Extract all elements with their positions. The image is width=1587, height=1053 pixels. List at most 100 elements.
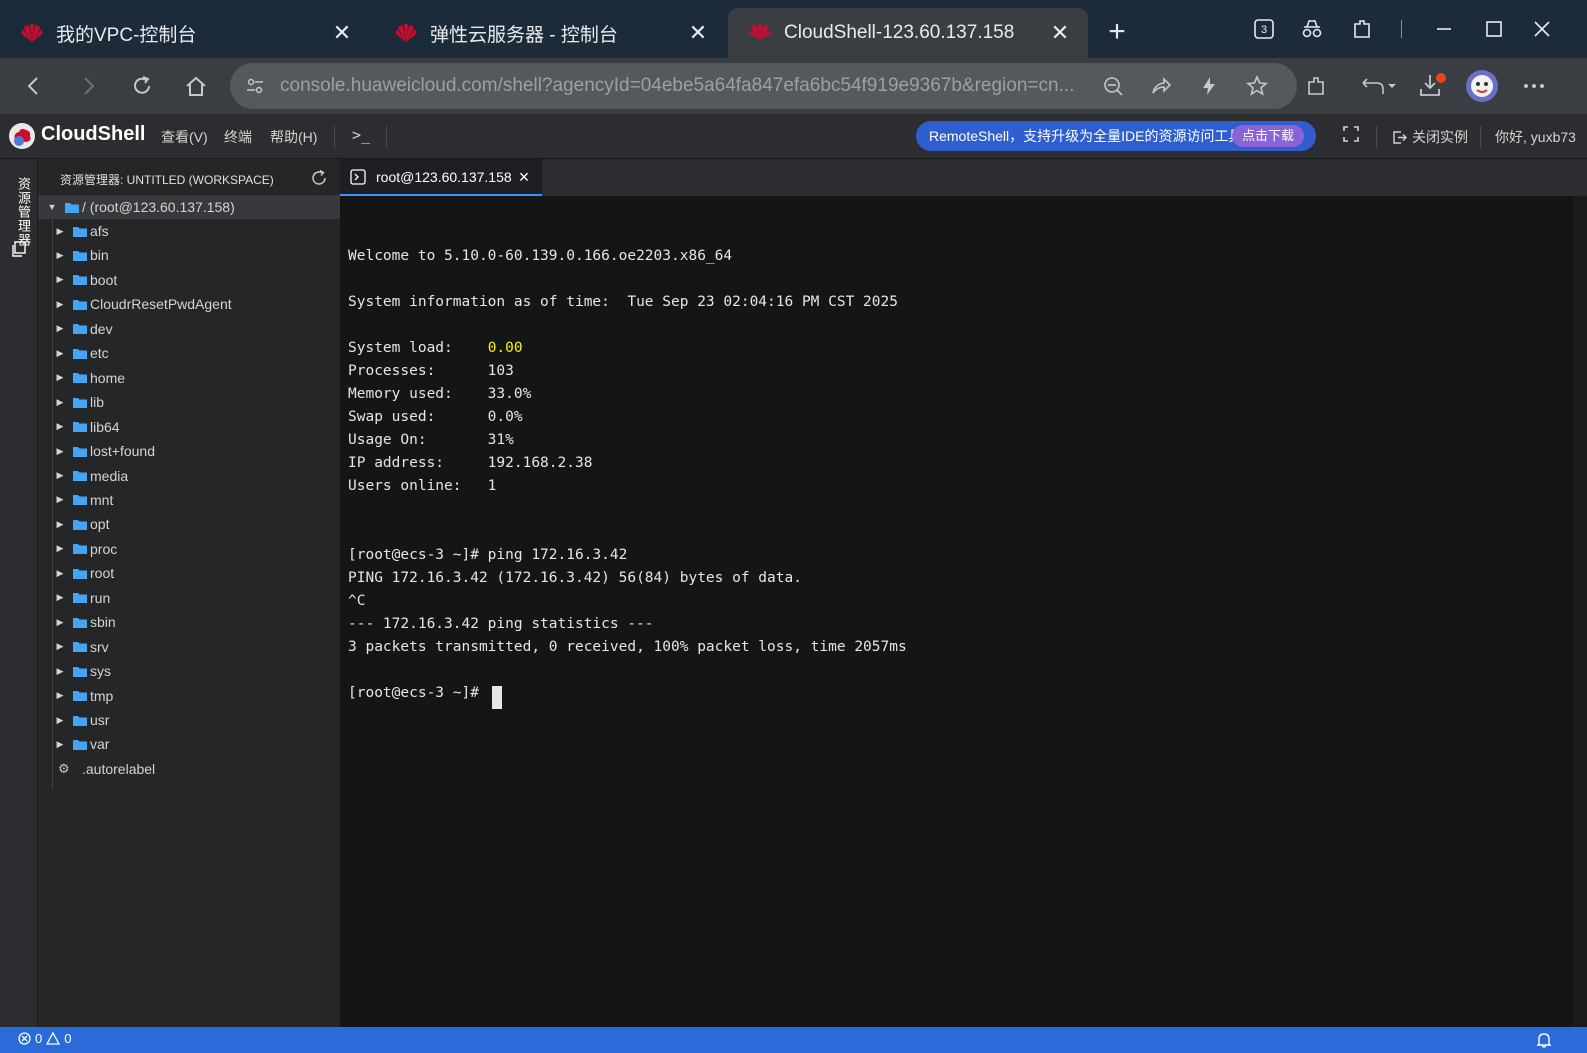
- browser-toolbar: console.huaweicloud.com/shell?agencyId=0…: [0, 58, 1587, 114]
- downloads-button[interactable]: [1414, 68, 1450, 104]
- tree-folder-item[interactable]: ▶ lost+found: [38, 439, 340, 463]
- huawei-logo-icon: [21, 23, 43, 42]
- refresh-button[interactable]: [308, 167, 330, 189]
- promo-download-button[interactable]: 点击下载: [1231, 125, 1304, 147]
- svg-text:3: 3: [1261, 24, 1267, 36]
- close-tab-icon[interactable]: ✕: [1048, 20, 1072, 46]
- chevron-right-icon: ▶: [56, 690, 64, 701]
- chevron-right-icon: ▶: [56, 714, 64, 725]
- system-load-value: 0.00: [487, 340, 523, 356]
- tree-file-item[interactable]: ⚙ .autorelabel: [38, 757, 340, 781]
- chevron-right-icon: ▶: [56, 445, 64, 456]
- browser-tab-vpc[interactable]: 我的VPC-控制台 ✕: [0, 8, 370, 58]
- puzzle-icon: [1308, 77, 1324, 95]
- maximize-button[interactable]: [1474, 12, 1514, 46]
- terminal-scrollbar[interactable]: [1573, 196, 1587, 1027]
- tree-folder-label: lib: [90, 394, 105, 411]
- tree-folder-item[interactable]: ▶ srv: [38, 635, 340, 659]
- problems-indicator[interactable]: 0 0: [18, 1031, 71, 1046]
- tree-folder-item[interactable]: ▶ etc: [38, 341, 340, 365]
- share-icon[interactable]: [1144, 69, 1178, 103]
- folder-icon: [73, 422, 87, 433]
- incognito-icon[interactable]: [1292, 12, 1332, 46]
- gear-icon: ⚙: [58, 760, 70, 776]
- fullscreen-button[interactable]: [1342, 125, 1360, 146]
- tree-folder-item[interactable]: ▶ bin: [38, 243, 340, 267]
- activity-explorer[interactable]: 资源管理器: [4, 165, 34, 261]
- tree-folder-item[interactable]: ▶ sys: [38, 659, 340, 683]
- profile-avatar[interactable]: [1464, 68, 1500, 104]
- url-text[interactable]: console.huaweicloud.com/shell?agencyId=0…: [280, 63, 1095, 109]
- tree-folder-item[interactable]: ▶ dev: [38, 317, 340, 341]
- remoteshell-promo-banner[interactable]: RemoteShell，支持升级为全量IDE的资源访问工具 点击下载: [916, 121, 1316, 151]
- folder-icon: [73, 617, 87, 628]
- tree-folder-item[interactable]: ▶ usr: [38, 708, 340, 732]
- close-tab-icon[interactable]: ✕: [330, 20, 354, 46]
- terminal-prompt-icon[interactable]: >_: [352, 126, 370, 144]
- menu-view[interactable]: 查看(V): [161, 127, 208, 147]
- new-tab-button[interactable]: +: [1100, 16, 1134, 50]
- browser-tab-cloudshell[interactable]: CloudShell-123.60.137.158 ✕: [728, 8, 1088, 58]
- tree-folder-label: opt: [90, 516, 110, 533]
- site-info-icon[interactable]: [238, 69, 272, 103]
- terminal-line: ^C: [348, 593, 366, 609]
- menu-terminal[interactable]: 终端: [224, 127, 252, 147]
- tree-folder-item[interactable]: ▶ var: [38, 732, 340, 756]
- forward-button[interactable]: [70, 68, 106, 104]
- extensions-button[interactable]: [1298, 68, 1334, 104]
- history-back-dropdown[interactable]: [1354, 68, 1400, 104]
- chevron-right-icon: ▶: [56, 592, 64, 603]
- menu-help[interactable]: 帮助(H): [270, 127, 317, 147]
- extensions-icon[interactable]: [1342, 12, 1382, 46]
- chevron-right-icon: ▶: [56, 323, 64, 334]
- bookmark-star-icon[interactable]: [1240, 69, 1274, 103]
- tree-root[interactable]: ▼ / (root@123.60.137.158): [38, 195, 340, 219]
- tree-folder-label: CloudrResetPwdAgent: [90, 296, 232, 313]
- tree-folder-item[interactable]: ▶ home: [38, 366, 340, 390]
- lightning-icon[interactable]: [1192, 69, 1226, 103]
- close-window-button[interactable]: [1522, 12, 1562, 46]
- close-tab-icon[interactable]: ✕: [686, 20, 710, 46]
- reload-button[interactable]: [124, 68, 160, 104]
- tree-folder-item[interactable]: ▶ boot: [38, 268, 340, 292]
- tree-folder-item[interactable]: ▶ lib: [38, 390, 340, 414]
- chevron-right-icon: ▶: [56, 225, 64, 236]
- tree-folder-label: run: [90, 589, 111, 606]
- tree-folder-item[interactable]: ▶ run: [38, 586, 340, 610]
- tree-folder-label: var: [90, 736, 110, 753]
- terminal-icon: [350, 168, 366, 185]
- zoom-out-icon[interactable]: [1096, 69, 1130, 103]
- tree-folder-item[interactable]: ▶ lib64: [38, 415, 340, 439]
- terminal-output[interactable]: Welcome to 5.10.0-60.139.0.166.oe2203.x8…: [340, 196, 1587, 1027]
- chevron-right-icon: ▶: [56, 665, 64, 676]
- tree-folder-item[interactable]: ▶ CloudrResetPwdAgent: [38, 292, 340, 316]
- user-greeting[interactable]: 你好, yuxb73: [1495, 127, 1576, 147]
- refresh-icon: [312, 169, 326, 185]
- close-instance-button[interactable]: 关闭实例: [1392, 127, 1468, 147]
- bell-icon[interactable]: [1535, 1031, 1553, 1049]
- terminal-line: System information as of time: Tue Sep 2…: [348, 294, 898, 310]
- close-tab-icon[interactable]: ×: [514, 167, 534, 187]
- tree-folder-item[interactable]: ▶ afs: [38, 219, 340, 243]
- browser-tab-ecs[interactable]: 弹性云服务器 - 控制台 ✕: [374, 8, 726, 58]
- minimize-button[interactable]: [1424, 12, 1464, 46]
- tab-count-button[interactable]: 3: [1244, 12, 1284, 46]
- tree-folder-item[interactable]: ▶ root: [38, 561, 340, 585]
- terminal-tab[interactable]: root@123.60.137.158 ×: [340, 159, 542, 196]
- more-menu-button[interactable]: [1516, 68, 1552, 104]
- tree-folder-item[interactable]: ▶ mnt: [38, 488, 340, 512]
- terminal-line: Swap used: 0.0%: [348, 409, 523, 425]
- tree-folder-item[interactable]: ▶ media: [38, 464, 340, 488]
- back-button[interactable]: [16, 68, 52, 104]
- tree-root-row[interactable]: ▼ / (root@123.60.137.158): [38, 195, 340, 219]
- folder-icon: [73, 544, 87, 555]
- address-bar[interactable]: console.huaweicloud.com/shell?agencyId=0…: [230, 63, 1297, 109]
- tree-folder-item[interactable]: ▶ proc: [38, 537, 340, 561]
- tree-folder-item[interactable]: ▶ opt: [38, 512, 340, 536]
- tree-folder-label: media: [90, 467, 129, 484]
- tree-folder-item[interactable]: ▶ sbin: [38, 610, 340, 634]
- tree-file-label: .autorelabel: [82, 760, 156, 777]
- close-instance-label: 关闭实例: [1412, 129, 1468, 145]
- tree-folder-item[interactable]: ▶ tmp: [38, 684, 340, 708]
- home-button[interactable]: [178, 68, 214, 104]
